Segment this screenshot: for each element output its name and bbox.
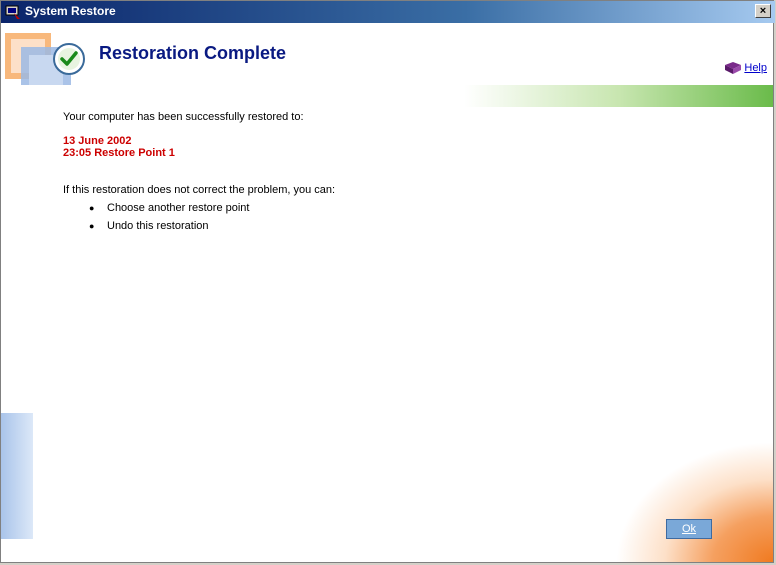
header-separator-bar <box>1 85 773 107</box>
restore-point-name: 23:05 Restore Point 1 <box>63 147 175 159</box>
ok-button[interactable]: Ok <box>666 519 712 539</box>
options-list: Choose another restore point Undo this r… <box>63 202 335 232</box>
system-restore-icon <box>5 5 20 19</box>
help-link-label[interactable]: Help <box>744 62 767 74</box>
title-bar[interactable]: System Restore × <box>1 1 775 23</box>
window-title: System Restore <box>25 4 116 18</box>
close-button[interactable]: × <box>755 4 771 18</box>
list-item: Choose another restore point <box>63 202 335 214</box>
help-book-icon <box>725 62 742 74</box>
restore-intro-text: Your computer has been successfully rest… <box>63 111 304 123</box>
options-intro-text: If this restoration does not correct the… <box>63 184 336 196</box>
left-decoration <box>1 413 33 539</box>
system-restore-window: System Restore × Restoration Complete He… <box>0 0 775 563</box>
page-title: Restoration Complete <box>99 43 287 63</box>
restore-date: 13 June 2002 <box>63 135 132 147</box>
corner-decoration <box>603 432 773 562</box>
help-link[interactable]: Help <box>724 61 767 75</box>
main-content: Your computer has been successfully rest… <box>63 111 335 232</box>
list-item: Undo this restoration <box>63 220 335 232</box>
header-panel: Restoration Complete Help <box>1 23 773 97</box>
